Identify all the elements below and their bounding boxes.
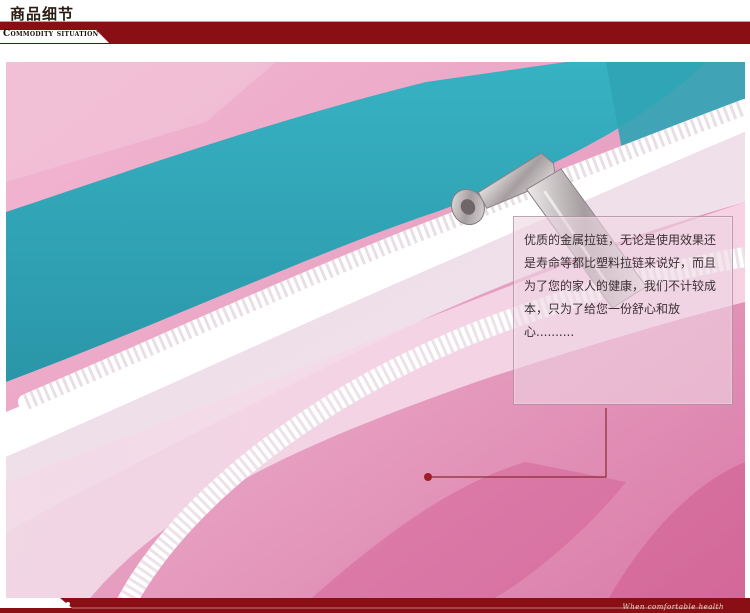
description-callout: 优质的金属拉链，无论是使用效果还是寿命等都比塑料拉链来说好，而且为了您的家人的健… — [513, 216, 733, 405]
header-subtitle: Commodity situation — [3, 29, 99, 39]
callout-text: 优质的金属拉链，无论是使用效果还是寿命等都比塑料拉链来说好，而且为了您的家人的健… — [524, 233, 717, 339]
header-banner — [0, 22, 750, 44]
footer-tagline: When comfortable health — [622, 603, 724, 611]
